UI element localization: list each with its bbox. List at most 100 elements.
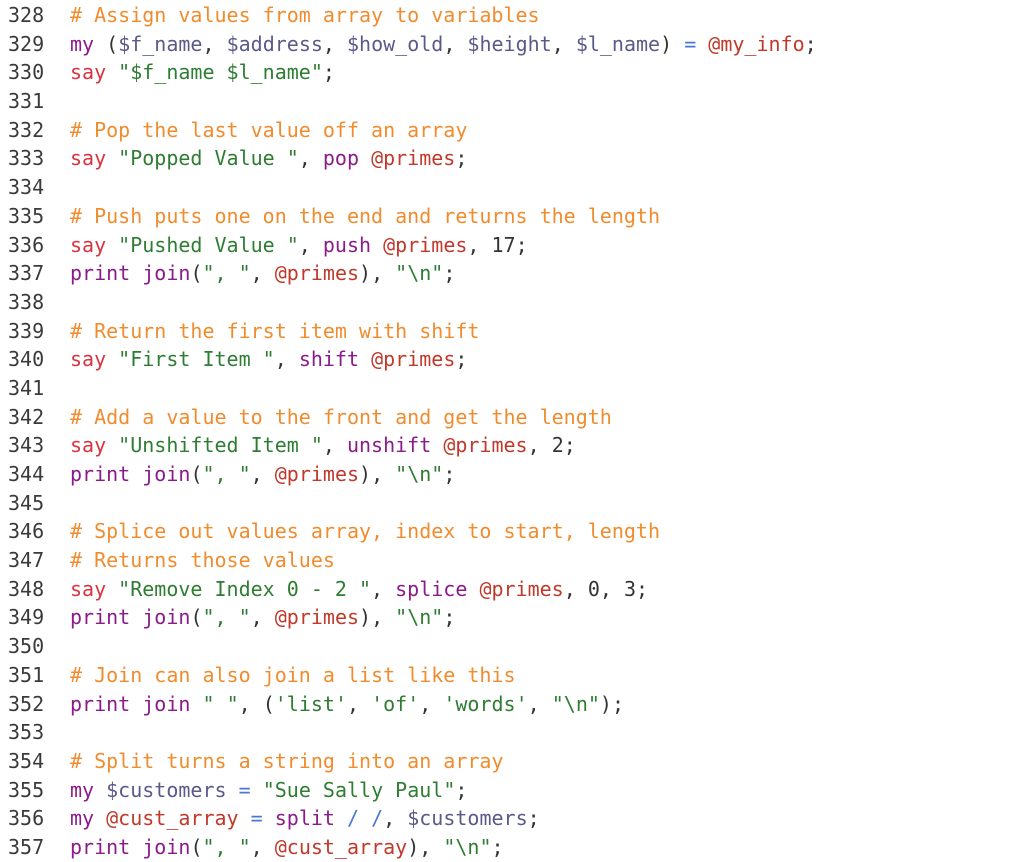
line-number: 340 [8, 347, 45, 372]
line-code[interactable]: print join(", ", @primes), "\n"; [62, 603, 455, 632]
code-line[interactable]: 332 # Pop the last value off an array [0, 116, 1009, 145]
code-keyword: say [70, 232, 107, 257]
code-keyword: pop [322, 146, 360, 171]
line-code[interactable]: say "Remove Index 0 - 2 ", splice @prime… [62, 575, 648, 604]
line-code[interactable]: say "Pushed Value ", push @primes, 17; [62, 231, 528, 260]
code-string: "Unshifted Item " [118, 433, 323, 458]
line-code[interactable]: # Push puts one on the end and returns t… [62, 202, 660, 231]
line-code[interactable] [62, 489, 70, 518]
code-scalar-variable: $customers [106, 777, 227, 802]
line-code[interactable]: say "Popped Value ", pop @primes; [62, 144, 467, 173]
line-code[interactable]: say "$f_name $l_name"; [62, 58, 335, 87]
code-line[interactable]: 341 [0, 374, 1009, 403]
line-code[interactable]: say "Unshifted Item ", unshift @primes, … [62, 431, 576, 460]
code-line[interactable]: 335 # Push puts one on the end and return… [0, 202, 1009, 231]
code-array-variable: @primes [274, 462, 360, 486]
line-number: 357 [8, 834, 45, 859]
line-code[interactable]: # Assign values from array to variables [62, 1, 540, 30]
code-line[interactable]: 356 my @cust_array = split / /, $customer… [0, 804, 1009, 833]
code-line[interactable]: 357 print join(", ", @cust_array), "\n"; [0, 833, 1009, 862]
code-line[interactable]: 331 [0, 87, 1009, 116]
line-code[interactable] [62, 718, 70, 747]
line-code[interactable]: # Pop the last value off an array [62, 116, 467, 145]
code-punctuation: , [250, 462, 275, 486]
code-punctuation: ( [94, 31, 119, 56]
code-line[interactable]: 337 print join(", ", @primes), "\n"; [0, 259, 1009, 288]
line-code[interactable] [62, 632, 70, 661]
code-line[interactable]: 353 [0, 718, 1009, 747]
code-string: ", " [202, 462, 251, 486]
code-punctuation [106, 233, 118, 257]
code-line[interactable]: 350 [0, 632, 1009, 661]
code-line[interactable]: 340 say "First Item ", shift @primes; [0, 345, 1009, 374]
line-number: 332 [8, 117, 45, 142]
line-code[interactable]: print join(", ", @cust_array), "\n"; [62, 833, 504, 862]
line-code[interactable]: print join(", ", @primes), "\n"; [62, 259, 455, 288]
line-code[interactable]: # Add a value to the front and get the l… [62, 403, 612, 432]
code-line[interactable]: 336 say "Pushed Value ", push @primes, 17… [0, 231, 1009, 260]
code-string: "First Item " [118, 347, 275, 372]
line-code[interactable] [62, 374, 70, 403]
code-line[interactable]: 343 say "Unshifted Item ", unshift @prime… [0, 431, 1009, 460]
line-code[interactable]: my @cust_array = split / /, $customers; [62, 804, 540, 833]
code-punctuation: , [443, 31, 468, 56]
code-editor[interactable]: 328 # Assign values from array to variabl… [0, 1, 1009, 862]
code-punctuation [696, 32, 708, 56]
code-line[interactable]: 333 say "Popped Value ", pop @primes; [0, 144, 1009, 173]
code-punctuation: , [298, 146, 323, 171]
code-line[interactable]: 347 # Returns those values [0, 546, 1009, 575]
code-punctuation: , [250, 605, 275, 630]
line-number: 350 [8, 634, 45, 659]
code-line[interactable]: 346 # Splice out values array, index to s… [0, 517, 1009, 546]
code-line[interactable]: 354 # Split turns a string into an array [0, 747, 1009, 776]
code-line[interactable]: 338 [0, 288, 1009, 317]
code-line[interactable]: 349 print join(", ", @primes), "\n"; [0, 603, 1009, 632]
code-punctuation: ), [359, 605, 396, 630]
code-comment: # Pop the last value off an array [70, 117, 468, 142]
line-code[interactable] [62, 173, 70, 202]
code-line[interactable]: 330 say "$f_name $l_name"; [0, 58, 1009, 87]
line-code[interactable]: # Return the first item with shift [62, 317, 479, 346]
code-punctuation: ; [527, 806, 540, 831]
code-keyword: say [70, 60, 107, 85]
line-code[interactable]: my ($f_name, $address, $how_old, $height… [62, 30, 817, 59]
code-array-variable: @my_info [708, 31, 805, 56]
code-line[interactable]: 345 [0, 489, 1009, 518]
code-line[interactable]: 328 # Assign values from array to variabl… [0, 1, 1009, 30]
line-code[interactable]: # Splice out values array, index to star… [62, 517, 660, 546]
line-code[interactable]: # Returns those values [62, 546, 335, 575]
line-code[interactable] [62, 288, 70, 317]
code-keyword: say [70, 433, 107, 458]
line-code[interactable]: say "First Item ", shift @primes; [62, 345, 467, 374]
code-line[interactable]: 329 my ($f_name, $address, $how_old, $hei… [0, 30, 1009, 59]
code-punctuation: ); [599, 691, 624, 716]
code-line[interactable]: 352 print join " ", ('list', 'of', 'words… [0, 690, 1009, 719]
line-code[interactable] [62, 87, 70, 116]
code-line[interactable]: 344 print join(", ", @primes), "\n"; [0, 460, 1009, 489]
line-number: 352 [8, 691, 45, 716]
code-line[interactable]: 342 # Add a value to the front and get th… [0, 403, 1009, 432]
line-code[interactable]: # Split turns a string into an array [62, 747, 503, 776]
code-keyword: print [70, 462, 131, 486]
line-code[interactable]: print join " ", ('list', 'of', 'words', … [62, 690, 624, 719]
code-string: " " [202, 691, 239, 716]
code-line[interactable]: 334 [0, 173, 1009, 202]
code-line[interactable]: 339 # Return the first item with shift [0, 317, 1009, 346]
code-punctuation [359, 146, 371, 170]
code-keyword: my [70, 777, 95, 802]
code-line[interactable]: 351 # Join can also join a list like this [0, 661, 1009, 690]
line-code[interactable]: print join(", ", @primes), "\n"; [62, 460, 455, 489]
line-code[interactable]: my $customers = "Sue Sally Paul"; [62, 776, 467, 805]
code-punctuation: ( [190, 834, 203, 859]
line-code[interactable]: # Join can also join a list like this [62, 661, 516, 690]
line-number: 353 [8, 720, 45, 745]
code-punctuation [227, 778, 239, 802]
code-keyword: split [274, 806, 335, 831]
code-punctuation [239, 806, 251, 830]
line-number: 338 [8, 289, 45, 314]
code-line[interactable]: 355 my $customers = "Sue Sally Paul"; [0, 776, 1009, 805]
code-line[interactable]: 348 say "Remove Index 0 - 2 ", splice @pr… [0, 575, 1009, 604]
code-punctuation [467, 577, 479, 601]
line-number: 343 [8, 433, 45, 458]
code-scalar-variable: $customers [407, 806, 528, 831]
